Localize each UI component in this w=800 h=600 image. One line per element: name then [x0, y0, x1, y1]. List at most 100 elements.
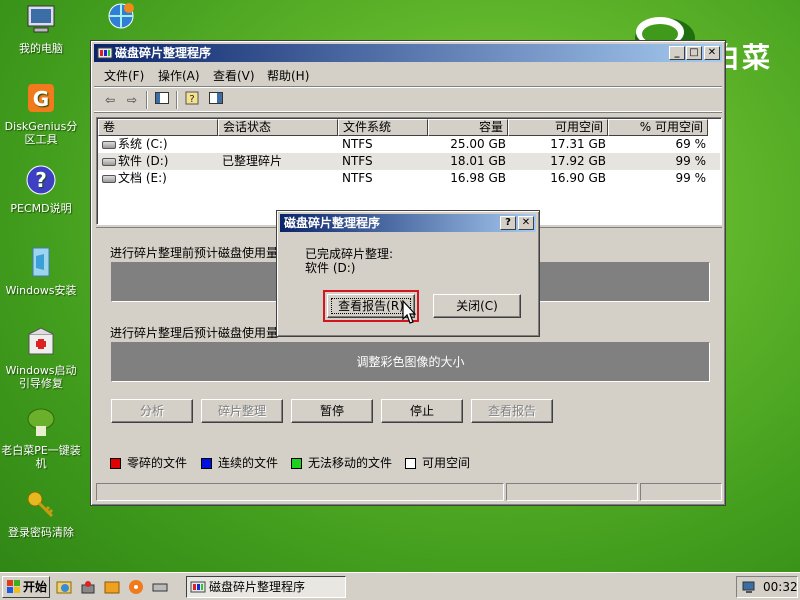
console-tree-icon	[155, 92, 169, 104]
after-usage-label: 进行碎片整理后预计磁盘使用量:	[110, 326, 283, 340]
properties-button[interactable]	[206, 91, 226, 109]
legend-label: 零碎的文件	[127, 456, 188, 470]
quick-launch-folder-icon[interactable]	[104, 579, 120, 595]
desktop-icon-label: PECMD说明	[10, 202, 72, 215]
desktop-icon-my-computer[interactable]: 我的电脑	[0, 4, 82, 55]
network-tray-icon[interactable]	[741, 579, 757, 595]
drive-icon	[102, 141, 116, 149]
arrow-left-icon: ⇦	[104, 93, 116, 107]
defrag-app-icon	[97, 47, 113, 59]
column-percent-free[interactable]: % 可用空间	[608, 119, 708, 136]
legend-label: 可用空间	[422, 456, 471, 470]
desktop-icon-diskgenius[interactable]: G DiskGenius分区工具	[0, 82, 82, 146]
close-icon: ✕	[521, 217, 531, 228]
menu-action[interactable]: 操作(A)	[158, 67, 200, 84]
dialog-close-button[interactable]: ✕	[518, 216, 534, 230]
drive-icon	[102, 158, 116, 166]
menu-file[interactable]: 文件(F)	[104, 67, 144, 84]
minimize-button[interactable]: _	[669, 46, 685, 60]
windows-logo-icon	[7, 580, 20, 593]
quick-launch-media-icon[interactable]	[128, 579, 144, 595]
diskgenius-icon: G	[28, 84, 54, 112]
forward-button[interactable]: ⇨	[122, 91, 142, 109]
legend-label: 连续的文件	[218, 456, 279, 470]
volume-name: 文档 (E:)	[118, 171, 167, 185]
menu-view[interactable]: 查看(V)	[213, 67, 255, 84]
window-titlebar[interactable]: 磁盘碎片整理程序 _ □ ✕	[94, 44, 722, 62]
volume-capacity: 25.00 GB	[450, 137, 506, 151]
dialog-volume: 软件 (D:)	[305, 261, 356, 275]
menu-bar: 文件(F) 操作(A) 查看(V) 帮助(H)	[94, 64, 722, 84]
column-free-space[interactable]: 可用空间	[508, 119, 608, 136]
close-button[interactable]: ✕	[704, 46, 720, 60]
start-button[interactable]: 开始	[2, 576, 50, 598]
help-topics-button[interactable]: ?	[182, 91, 202, 109]
network-globe-icon	[108, 3, 134, 29]
pause-button[interactable]: 暂停	[291, 399, 373, 423]
taskbar-defrag-button[interactable]: 磁盘碎片整理程序	[186, 576, 346, 598]
volume-name: 系统 (C:)	[118, 137, 168, 151]
toolbar-separator	[176, 91, 178, 109]
quick-launch-explorer-icon[interactable]	[56, 579, 72, 595]
view-report-button[interactable]: 查看报告	[471, 399, 553, 423]
show-hide-console-button[interactable]	[152, 91, 172, 109]
volume-status: 已整理碎片	[222, 154, 283, 168]
volume-fs: NTFS	[342, 171, 373, 185]
legend-label: 无法移动的文件	[308, 456, 393, 470]
mouse-cursor-icon	[402, 300, 416, 324]
volume-row[interactable]: 软件 (D:) 已整理碎片 NTFS 18.01 GB 17.92 GB 99 …	[98, 153, 720, 170]
arrow-right-icon: ⇨	[126, 93, 138, 107]
svg-text:G: G	[33, 87, 49, 111]
dialog-help-button[interactable]: ?	[500, 216, 516, 230]
dialog-titlebar[interactable]: 磁盘碎片整理程序 ? ✕	[280, 214, 536, 232]
svg-text:?: ?	[35, 168, 47, 192]
close-icon: ✕	[707, 47, 717, 58]
stop-button[interactable]: 停止	[381, 399, 463, 423]
desktop-icon-cabbage-install[interactable]: 老白菜PE一键装机	[0, 406, 82, 470]
legend-swatch	[291, 458, 302, 469]
desktop-icon-windows-install[interactable]: Windows安装	[0, 246, 82, 297]
taskbar-task-label: 磁盘碎片整理程序	[209, 580, 306, 594]
boot-repair-icon	[28, 327, 54, 355]
volume-row[interactable]: 文档 (E:) NTFS 16.98 GB 16.90 GB 99 %	[98, 170, 720, 187]
column-session-status[interactable]: 会话状态	[218, 119, 338, 136]
before-usage-label: 进行碎片整理前预计磁盘使用量:	[110, 246, 283, 260]
volume-free: 17.31 GB	[550, 137, 606, 151]
menu-help[interactable]: 帮助(H)	[267, 67, 309, 84]
volume-free: 16.90 GB	[550, 171, 606, 185]
desktop-icon-password-clear[interactable]: 登录密码清除	[0, 488, 82, 539]
desktop-icon-network[interactable]	[78, 0, 162, 38]
dialog-close-action-button[interactable]: 关闭(C)	[433, 294, 521, 318]
desktop-icon-boot-repair[interactable]: Windows启动引导修复	[0, 326, 82, 390]
drive-icon	[102, 175, 116, 183]
legend-unmovable: 无法移动的文件	[291, 454, 392, 471]
help-icon: ?	[26, 165, 56, 195]
back-button[interactable]: ⇦	[100, 91, 120, 109]
taskbar: 开始 磁盘碎片整理程序 00:32	[0, 572, 800, 600]
desktop-icon-pecmd[interactable]: ? PECMD说明	[0, 164, 82, 215]
analyze-button[interactable]: 分析	[111, 399, 193, 423]
status-panel	[96, 483, 504, 501]
column-volume[interactable]: 卷	[98, 119, 218, 136]
legend-swatch	[110, 458, 121, 469]
legend-fragmented: 零碎的文件	[110, 454, 187, 471]
defrag-button[interactable]: 碎片整理	[201, 399, 283, 423]
maximize-button[interactable]: □	[686, 46, 702, 60]
column-capacity[interactable]: 容量	[428, 119, 508, 136]
clock[interactable]: 00:32	[763, 577, 798, 597]
quick-launch-drive-icon[interactable]	[152, 579, 168, 595]
window-title: 磁盘碎片整理程序	[115, 46, 212, 60]
desktop-icon-label: 老白菜PE一键装机	[1, 444, 81, 470]
cabbage-icon	[27, 408, 55, 436]
status-bar	[94, 482, 722, 502]
legend-swatch	[405, 458, 416, 469]
volume-fs: NTFS	[342, 154, 373, 168]
help-icon: ?	[505, 217, 511, 228]
quick-launch-tools-icon[interactable]	[80, 579, 96, 595]
after-usage-bar: 调整彩色图像的大小	[111, 342, 710, 382]
key-icon	[27, 491, 54, 518]
volume-percent: 69 %	[675, 137, 707, 151]
volume-row[interactable]: 系统 (C:) NTFS 25.00 GB 17.31 GB 69 %	[98, 136, 720, 153]
column-file-system[interactable]: 文件系统	[338, 119, 428, 136]
my-computer-icon	[27, 5, 55, 33]
